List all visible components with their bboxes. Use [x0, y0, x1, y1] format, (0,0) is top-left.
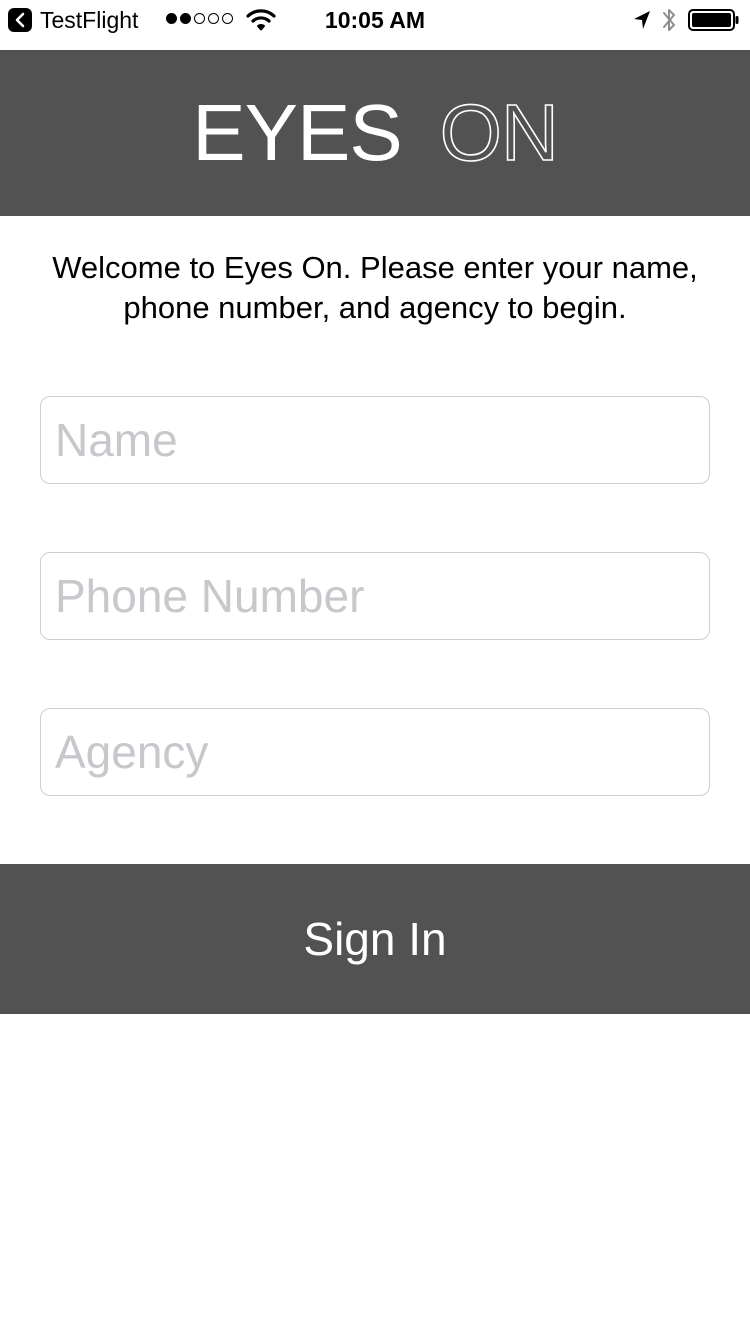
- battery-icon: [688, 9, 740, 38]
- logo-eyes: EYES: [192, 88, 402, 177]
- welcome-line-1: Welcome to Eyes On. Please enter your na…: [52, 250, 698, 285]
- welcome-line-2: phone number, and agency to begin.: [123, 290, 627, 325]
- name-input[interactable]: [40, 396, 710, 484]
- status-bar: TestFlight 10:05 AM: [0, 0, 750, 40]
- location-arrow-icon: [632, 9, 652, 38]
- welcome-message: Welcome to Eyes On. Please enter your na…: [10, 248, 740, 328]
- bluetooth-icon: [660, 6, 678, 41]
- sign-in-button[interactable]: Sign In: [0, 864, 750, 1014]
- app-header: EYES ON: [0, 50, 750, 216]
- sign-in-screen: TestFlight 10:05 AM EYES ON Welcome to E…: [0, 0, 750, 1334]
- phone-number-input[interactable]: [40, 552, 710, 640]
- agency-input[interactable]: [40, 708, 710, 796]
- logo-on: ON: [439, 88, 560, 177]
